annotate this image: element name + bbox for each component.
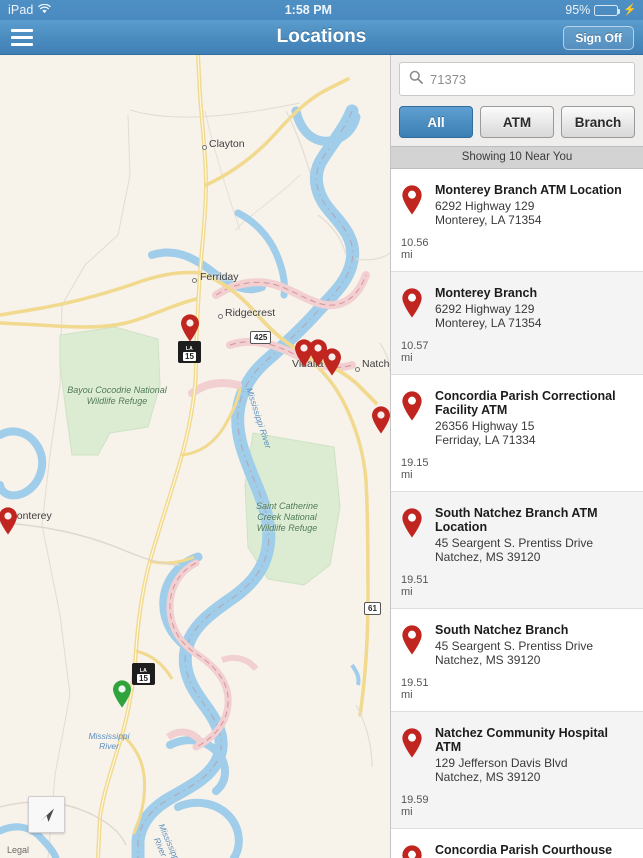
search-container bbox=[391, 55, 643, 102]
list-item-distance-value: 19.59 bbox=[401, 794, 429, 806]
search-input[interactable] bbox=[430, 71, 625, 87]
list-item[interactable]: South Natchez Branch ATM Location 45 Sea… bbox=[391, 492, 643, 609]
list-item-distance-unit: mi bbox=[401, 586, 413, 598]
list-item[interactable]: Concordia Parish Courthouse ATM 4001 Car… bbox=[391, 829, 643, 858]
list-item[interactable]: Natchez Community Hospital ATM 129 Jeffe… bbox=[391, 712, 643, 829]
list-item-address2: Ferriday, LA 71334 bbox=[435, 433, 536, 447]
list-item-name: Concordia Parish Correctional Facility A… bbox=[435, 389, 616, 417]
navigation-arrow-icon bbox=[37, 805, 57, 825]
map-pin-location[interactable] bbox=[371, 406, 390, 434]
list-item-pin-icon bbox=[401, 286, 425, 323]
list-item-pin-icon bbox=[401, 843, 425, 858]
list-item-address1: 45 Seargent S. Prentiss Drive bbox=[435, 536, 594, 550]
list-item-distance: 19.51 mi bbox=[401, 677, 435, 701]
results-count-banner: Showing 10 Near You bbox=[391, 146, 643, 169]
device-name: iPad bbox=[8, 3, 34, 17]
map-pin-location[interactable] bbox=[180, 314, 200, 342]
filter-button-group: All ATM Branch bbox=[391, 102, 643, 146]
list-item-pin-icon bbox=[401, 623, 425, 660]
list-item-distance-unit: mi bbox=[401, 689, 413, 701]
status-bar-clock: 1:58 PM bbox=[284, 3, 332, 17]
list-item-address2: Monterey, LA 71354 bbox=[435, 316, 542, 330]
map-canvas[interactable]: Clayton Ferriday Ridgecrest Vidalia Natc… bbox=[0, 55, 390, 858]
sign-off-button[interactable]: Sign Off bbox=[563, 26, 634, 50]
status-bar-right: 95% ⚡ bbox=[565, 0, 643, 20]
locations-panel: All ATM Branch Showing 10 Near You Monte… bbox=[390, 55, 643, 858]
hamburger-menu-icon[interactable] bbox=[0, 20, 44, 55]
list-item-name: Monterey Branch ATM Location bbox=[435, 183, 622, 197]
map-legal-link[interactable]: Legal bbox=[7, 845, 29, 855]
list-item-address1: 6292 Highway 129 bbox=[435, 302, 535, 316]
list-item-distance: 10.57 mi bbox=[401, 340, 435, 364]
battery-icon bbox=[594, 4, 621, 16]
list-item-distance-unit: mi bbox=[401, 352, 413, 364]
list-item-address1: 45 Seargent S. Prentiss Drive bbox=[435, 639, 594, 653]
list-item-address1: 26356 Highway 15 bbox=[435, 419, 535, 433]
list-item-distance-value: 19.15 bbox=[401, 457, 429, 469]
wifi-icon bbox=[38, 0, 52, 20]
lightning-bolt-icon: ⚡ bbox=[623, 4, 637, 16]
list-item-address1: 129 Jefferson Davis Blvd bbox=[435, 756, 568, 770]
list-item-name: South Natchez Branch bbox=[435, 623, 569, 637]
filter-button-atm[interactable]: ATM bbox=[480, 106, 554, 138]
list-item[interactable]: Concordia Parish Correctional Facility A… bbox=[391, 375, 643, 492]
list-item[interactable]: South Natchez Branch 45 Seargent S. Pren… bbox=[391, 609, 643, 712]
ios-status-bar: iPad 1:58 PM 95% ⚡ bbox=[0, 0, 643, 20]
locations-list[interactable]: Monterey Branch ATM Location 6292 Highwa… bbox=[391, 169, 643, 858]
list-item-distance-unit: mi bbox=[401, 469, 413, 481]
list-item-address2: Monterey, LA 71354 bbox=[435, 213, 542, 227]
list-item-distance-unit: mi bbox=[401, 806, 413, 818]
list-item-pin-icon bbox=[401, 183, 425, 220]
filter-button-all[interactable]: All bbox=[399, 106, 473, 138]
list-item-distance: 19.51 mi bbox=[401, 574, 435, 598]
list-item[interactable]: Monterey Branch 6292 Highway 129 Montere… bbox=[391, 272, 643, 375]
list-item-address2: Natchez, MS 39120 bbox=[435, 653, 541, 667]
list-item-name: Concordia Parish Courthouse ATM bbox=[435, 843, 613, 858]
list-item-name: Natchez Community Hospital ATM bbox=[435, 726, 608, 754]
list-item-name: South Natchez Branch ATM Location bbox=[435, 506, 598, 534]
map-vector-layer bbox=[0, 55, 390, 858]
page-title: Locations bbox=[276, 26, 367, 47]
list-item-address1: 6292 Highway 129 bbox=[435, 199, 535, 213]
list-item-distance: 19.15 mi bbox=[401, 457, 435, 481]
map-pin-location[interactable] bbox=[322, 348, 342, 376]
navigation-bar: Locations Sign Off bbox=[0, 20, 643, 55]
list-item[interactable]: Monterey Branch ATM Location 6292 Highwa… bbox=[391, 169, 643, 272]
list-item-distance-unit: mi bbox=[401, 249, 413, 261]
list-item-name: Monterey Branch bbox=[435, 286, 538, 300]
list-item-distance: 19.59 mi bbox=[401, 794, 435, 818]
map-pin-location[interactable] bbox=[0, 507, 18, 535]
filter-button-branch[interactable]: Branch bbox=[561, 106, 635, 138]
search-icon bbox=[409, 70, 423, 89]
list-item-distance-value: 19.51 bbox=[401, 677, 429, 689]
map-pin-user-location[interactable] bbox=[112, 680, 132, 708]
locations-screen: iPad 1:58 PM 95% ⚡ Locations Sign Off Cl… bbox=[0, 0, 643, 858]
battery-percent: 95% bbox=[565, 3, 591, 17]
list-item-pin-icon bbox=[401, 506, 425, 543]
list-item-distance: 10.56 mi bbox=[401, 237, 435, 261]
list-item-pin-icon bbox=[401, 726, 425, 763]
locate-me-button[interactable] bbox=[28, 796, 65, 833]
list-item-distance-value: 19.51 bbox=[401, 574, 429, 586]
list-item-distance-value: 10.56 bbox=[401, 237, 429, 249]
list-item-distance-value: 10.57 bbox=[401, 340, 429, 352]
status-bar-left: iPad bbox=[0, 0, 52, 20]
list-item-pin-icon bbox=[401, 389, 425, 426]
list-item-address2: Natchez, MS 39120 bbox=[435, 770, 541, 784]
list-item-address2: Natchez, MS 39120 bbox=[435, 550, 541, 564]
search-box[interactable] bbox=[399, 62, 635, 96]
